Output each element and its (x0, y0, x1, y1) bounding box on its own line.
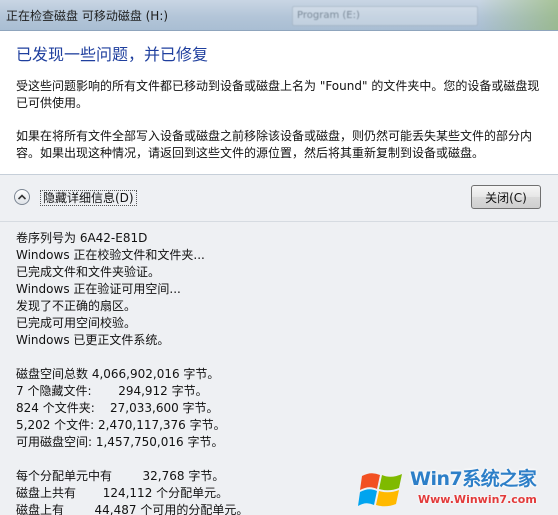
check-disk-window: 正在检查磁盘 可移动磁盘 (H:) Program (E:) 已发现一些问题，并… (0, 0, 558, 515)
windows-logo-icon (358, 473, 402, 507)
title-bar[interactable]: 正在检查磁盘 可移动磁盘 (H:) Program (E:) (0, 0, 558, 31)
watermark-brand: Win7系统之家 (410, 468, 537, 490)
background-window-fragment (478, 0, 558, 30)
log-line: 824 个文件夹: 27,033,600 字节。 (16, 401, 219, 415)
result-content: 已发现一些问题，并已修复 受这些问题影响的所有文件都已移动到设备或磁盘上名为 "… (0, 31, 558, 174)
watermark-url: Www.Winwin7.com (418, 493, 537, 506)
background-window-title: Program (E:) (292, 6, 478, 26)
log-line: 磁盘空间总数 4,066,902,016 字节。 (16, 367, 220, 381)
log-line: 卷序列号为 6A42-E81D (16, 231, 148, 245)
log-line: 7 个隐藏文件: 294,912 字节。 (16, 384, 208, 398)
log-spacer (16, 349, 416, 366)
window-title: 正在检查磁盘 可移动磁盘 (H:) (6, 9, 169, 23)
log-line: 发现了不正确的扇区。 (16, 299, 137, 313)
log-line: 磁盘上有 44,487 个可用的分配单元。 (16, 503, 249, 515)
log-line: 每个分配单元中有 32,768 字节。 (16, 469, 225, 483)
result-description: 受这些问题影响的所有文件都已移动到设备或磁盘上名为 "Found" 的文件夹中。… (16, 79, 540, 110)
result-headline: 已发现一些问题，并已修复 (16, 45, 209, 64)
chevron-up-icon[interactable] (14, 189, 30, 205)
chkdsk-log: 卷序列号为 6A42-E81D Windows 正在校验文件和文件夹... 已完… (16, 230, 416, 515)
watermark: Win7系统之家 Www.Winwin7.com (358, 460, 558, 515)
log-line: 已完成可用空间校验。 (16, 316, 137, 330)
log-line: 5,202 个文件: 2,470,117,376 字节。 (16, 418, 226, 432)
close-button[interactable]: 关闭(C) (471, 185, 541, 209)
result-warning: 如果在将所有文件全部写入设备或磁盘之前移除该设备或磁盘，则仍然可能丢失某些文件的… (16, 129, 533, 160)
log-line: Windows 正在校验文件和文件夹... (16, 248, 205, 262)
details-divider (0, 221, 558, 222)
log-line: 已完成文件和文件夹验证。 (16, 265, 161, 279)
log-line: Windows 已更正文件系统。 (16, 333, 170, 347)
details-toggle-label[interactable]: 隐藏详细信息(D) (40, 190, 137, 206)
log-spacer (16, 451, 416, 468)
log-line: 磁盘上共有 124,112 个分配单元。 (16, 486, 229, 500)
log-line: 可用磁盘空间: 1,457,750,016 字节。 (16, 435, 224, 449)
log-line: Windows 正在验证可用空间... (16, 282, 181, 296)
